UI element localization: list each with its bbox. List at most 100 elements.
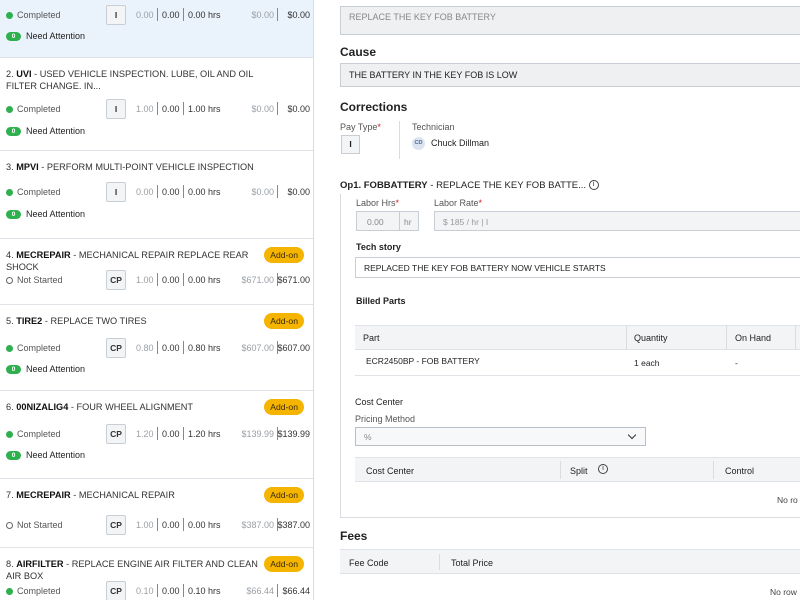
status-text: Completed xyxy=(17,187,61,197)
pay-type-badge[interactable]: I xyxy=(106,182,126,202)
job-title: 5. TIRE2 - REPLACE TWO TIRES xyxy=(6,316,147,326)
part-name: ECR2450BP - FOB BATTERY xyxy=(366,356,480,366)
part-quantity: 1 each xyxy=(634,358,660,368)
job-status-row: Completed I 1.00 0.00 1.00 hrs $0.00 $0.… xyxy=(6,99,312,121)
job-status-row: Completed CP 0.80 0.00 0.80 hrs $607.00 … xyxy=(6,338,312,360)
info-icon[interactable]: i xyxy=(588,180,599,191)
job-title: 2. UVI - USED VEHICLE INSPECTION. LUBE, … xyxy=(6,69,253,91)
pay-type-badge[interactable]: I xyxy=(106,99,126,119)
job-item[interactable]: 4. MECREPAIR - MECHANICAL REPAIR REPLACE… xyxy=(0,239,313,305)
chevron-down-icon xyxy=(627,430,637,440)
total-price: $607.00 xyxy=(277,343,310,353)
fees-heading: Fees xyxy=(340,529,368,543)
pricing-method-select[interactable]: % xyxy=(355,427,646,446)
labor-hrs-label: Labor Hrs* xyxy=(356,198,400,208)
pay-type-badge[interactable]: CP xyxy=(106,581,126,600)
status-dot-icon xyxy=(6,345,13,352)
pay-type-badge[interactable]: I xyxy=(106,5,126,25)
status-dot-icon xyxy=(6,277,13,284)
separator xyxy=(183,273,184,286)
actual-hours: 0.00 hrs xyxy=(188,275,221,285)
actual-hours: 1.20 hrs xyxy=(188,429,221,439)
estimated-price: $607.00 xyxy=(241,343,274,353)
pay-type-badge[interactable]: CP xyxy=(106,338,126,358)
cost-center-label: Cost Center xyxy=(355,397,404,407)
attention-text: Need Attention xyxy=(26,126,86,136)
separator xyxy=(157,102,158,115)
addon-badge: Add-on xyxy=(264,556,304,572)
addon-badge: Add-on xyxy=(264,399,304,415)
job-item[interactable]: 5. TIRE2 - REPLACE TWO TIRES Add-on Compl… xyxy=(0,305,313,391)
pay-type-badge[interactable]: CP xyxy=(106,515,126,535)
job-item[interactable]: 6. 00NIZALIG4 - FOUR WHEEL ALIGNMENT Add-… xyxy=(0,391,313,479)
separator xyxy=(183,8,184,21)
col-divider xyxy=(626,326,627,350)
flag-hours: 0.00 xyxy=(162,520,180,530)
attention-text: Need Attention xyxy=(26,209,86,219)
technician-avatar: CD xyxy=(412,137,425,150)
fees-table-header: Fee Code Total Price xyxy=(340,549,800,574)
estimated-price: $387.00 xyxy=(241,520,274,530)
parts-table-row[interactable]: ECR2450BP - FOB BATTERY 1 each - xyxy=(355,350,800,376)
total-price: $66.44 xyxy=(282,586,310,596)
labor-rate-input[interactable]: $ 185 / hr | I xyxy=(434,211,800,231)
col-on-hand: On Hand xyxy=(735,333,772,343)
col-split: Split xyxy=(570,466,588,476)
cause-field[interactable]: THE BATTERY IN THE KEY FOB IS LOW xyxy=(340,63,800,87)
sold-hours: 0.00 xyxy=(136,187,154,197)
status-text: Completed xyxy=(17,429,61,439)
pay-type-select[interactable]: I xyxy=(341,135,360,154)
labor-hrs-input[interactable]: 0.00 hr xyxy=(356,211,419,231)
job-item[interactable]: 2. UVI - USED VEHICLE INSPECTION. LUBE, … xyxy=(0,58,313,151)
job-item[interactable]: 8. AIRFILTER - REPLACE ENGINE AIR FILTER… xyxy=(0,548,313,600)
estimated-price: $0.00 xyxy=(251,187,274,197)
addon-badge: Add-on xyxy=(264,313,304,329)
attention-count-badge: 0 xyxy=(6,451,21,460)
info-icon[interactable]: i xyxy=(598,464,608,474)
attention-text: Need Attention xyxy=(26,364,86,374)
job-status-row: Completed I 0.00 0.00 0.00 hrs $0.00 $0.… xyxy=(6,5,312,27)
attention-text: Need Attention xyxy=(26,31,86,41)
job-item[interactable]: Add-on Completed I 0.00 0.00 0.00 hrs $0… xyxy=(0,0,313,58)
job-item[interactable]: 7. MECREPAIR - MECHANICAL REPAIR Add-on N… xyxy=(0,479,313,548)
addon-badge: Add-on xyxy=(264,247,304,263)
separator xyxy=(157,185,158,198)
col-divider xyxy=(795,326,796,350)
job-title: 3. MPVI - PERFORM MULTI-POINT VEHICLE IN… xyxy=(6,162,254,172)
actual-hours: 1.00 hrs xyxy=(188,104,221,114)
status-dot-icon xyxy=(6,522,13,529)
col-cost-center: Cost Center xyxy=(366,466,415,476)
col-quantity: Quantity xyxy=(634,333,668,343)
separator xyxy=(183,185,184,198)
status-dot-icon xyxy=(6,189,13,196)
job-status-row: Not Started CP 1.00 0.00 0.00 hrs $387.0… xyxy=(6,515,312,537)
tech-story-input[interactable]: REPLACED THE KEY FOB BATTERY NOW VEHICLE… xyxy=(355,257,800,278)
job-list: Add-on Completed I 0.00 0.00 0.00 hrs $0… xyxy=(0,0,314,600)
cost-center-table-header: Cost Center Split i Control xyxy=(355,457,800,482)
separator xyxy=(183,102,184,115)
col-divider xyxy=(713,461,714,479)
col-control: Control xyxy=(725,466,755,476)
col-total-price: Total Price xyxy=(451,558,494,568)
job-item[interactable]: 3. MPVI - PERFORM MULTI-POINT VEHICLE IN… xyxy=(0,151,313,239)
separator xyxy=(183,518,184,531)
parts-table-header: Part Quantity On Hand xyxy=(355,325,800,350)
estimated-price: $66.44 xyxy=(246,586,274,596)
divider xyxy=(399,121,400,159)
pay-type-badge[interactable]: CP xyxy=(106,270,126,290)
col-divider xyxy=(560,461,561,479)
concern-field[interactable]: REPLACE THE KEY FOB BATTERY xyxy=(340,6,800,35)
flag-hours: 0.00 xyxy=(162,429,180,439)
op-left-border xyxy=(340,194,341,518)
pay-type-badge[interactable]: CP xyxy=(106,424,126,444)
op-header: Op1. FOBBATTERY - REPLACE THE KEY FOB BA… xyxy=(340,180,599,191)
separator xyxy=(157,273,158,286)
status-dot-icon xyxy=(6,431,13,438)
status-text: Completed xyxy=(17,104,61,114)
separator xyxy=(183,584,184,597)
addon-badge: Add-on xyxy=(264,487,304,503)
technician-name[interactable]: Chuck Dillman xyxy=(431,138,489,148)
pay-type-label: Pay Type* xyxy=(340,122,381,132)
job-status-row: Not Started CP 1.00 0.00 0.00 hrs $671.0… xyxy=(6,270,312,292)
col-divider xyxy=(439,554,440,570)
